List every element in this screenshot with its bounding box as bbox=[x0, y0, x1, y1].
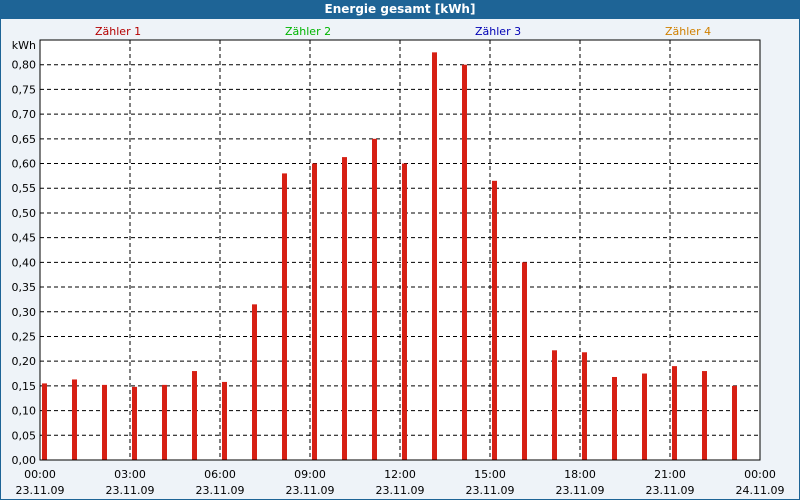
bar bbox=[42, 383, 47, 460]
y-tick-label: 0,75 bbox=[12, 83, 37, 96]
bar bbox=[252, 304, 257, 460]
y-tick-label: 0,70 bbox=[12, 108, 37, 121]
bar bbox=[642, 373, 647, 460]
bar bbox=[372, 138, 377, 460]
bar bbox=[672, 366, 677, 460]
x-tick-time: 00:00 bbox=[24, 468, 56, 481]
y-tick-label: 0,40 bbox=[12, 256, 37, 269]
y-tick-label: 0,05 bbox=[12, 429, 37, 442]
y-tick-label: 0,55 bbox=[12, 182, 37, 195]
x-tick-time: 15:00 bbox=[474, 468, 506, 481]
y-tick-label: 0,20 bbox=[12, 355, 37, 368]
bar bbox=[282, 173, 287, 461]
bar bbox=[102, 384, 107, 460]
bar bbox=[312, 163, 317, 460]
bar bbox=[462, 64, 467, 461]
bar bbox=[582, 352, 587, 460]
x-tick-time: 21:00 bbox=[654, 468, 686, 481]
x-tick-time: 12:00 bbox=[384, 468, 416, 481]
y-axis-label: kWh bbox=[12, 39, 36, 52]
x-tick-time: 00:00 bbox=[744, 468, 776, 481]
bar bbox=[162, 384, 167, 460]
y-tick-label: 0,30 bbox=[12, 306, 37, 319]
bar bbox=[702, 371, 707, 460]
x-tick-time: 06:00 bbox=[204, 468, 236, 481]
y-tick-label: 0,45 bbox=[12, 232, 37, 245]
bar bbox=[432, 52, 437, 461]
y-tick-label: 0,35 bbox=[12, 281, 37, 294]
x-tick-date: 23.11.09 bbox=[196, 484, 245, 497]
y-tick-label: 0,80 bbox=[12, 59, 37, 72]
y-tick-label: 0,60 bbox=[12, 158, 37, 171]
x-tick-date: 23.11.09 bbox=[556, 484, 605, 497]
x-tick-time: 18:00 bbox=[564, 468, 596, 481]
bar bbox=[342, 157, 347, 460]
bar bbox=[402, 163, 407, 460]
bar bbox=[222, 381, 227, 460]
x-tick-date: 24.11.09 bbox=[736, 484, 785, 497]
y-tick-label: 0,65 bbox=[12, 133, 37, 146]
x-tick-time: 03:00 bbox=[114, 468, 146, 481]
x-tick-date: 23.11.09 bbox=[106, 484, 155, 497]
y-tick-label: 0,00 bbox=[12, 454, 37, 467]
x-tick-date: 23.11.09 bbox=[286, 484, 335, 497]
bar bbox=[552, 350, 557, 460]
x-tick-date: 23.11.09 bbox=[646, 484, 695, 497]
y-tick-label: 0,10 bbox=[12, 405, 37, 418]
x-tick-date: 23.11.09 bbox=[376, 484, 425, 497]
x-tick-time: 09:00 bbox=[294, 468, 326, 481]
y-tick-label: 0,15 bbox=[12, 380, 37, 393]
bar bbox=[492, 180, 497, 460]
bar-chart: 0,00 0,05 0,10 0,15 0,20 0,25 0,30 0,35 0,40 0,45… bbox=[12, 39, 785, 497]
y-tick-label: 0,50 bbox=[12, 207, 37, 220]
y-tick-label: 0,25 bbox=[12, 330, 37, 343]
bar bbox=[72, 379, 77, 460]
bar bbox=[132, 386, 137, 460]
bar bbox=[522, 262, 527, 460]
bar bbox=[732, 385, 737, 460]
bar bbox=[192, 371, 197, 460]
x-tick-date: 23.11.09 bbox=[466, 484, 515, 497]
bar bbox=[612, 376, 617, 460]
x-tick-date: 23.11.09 bbox=[16, 484, 65, 497]
